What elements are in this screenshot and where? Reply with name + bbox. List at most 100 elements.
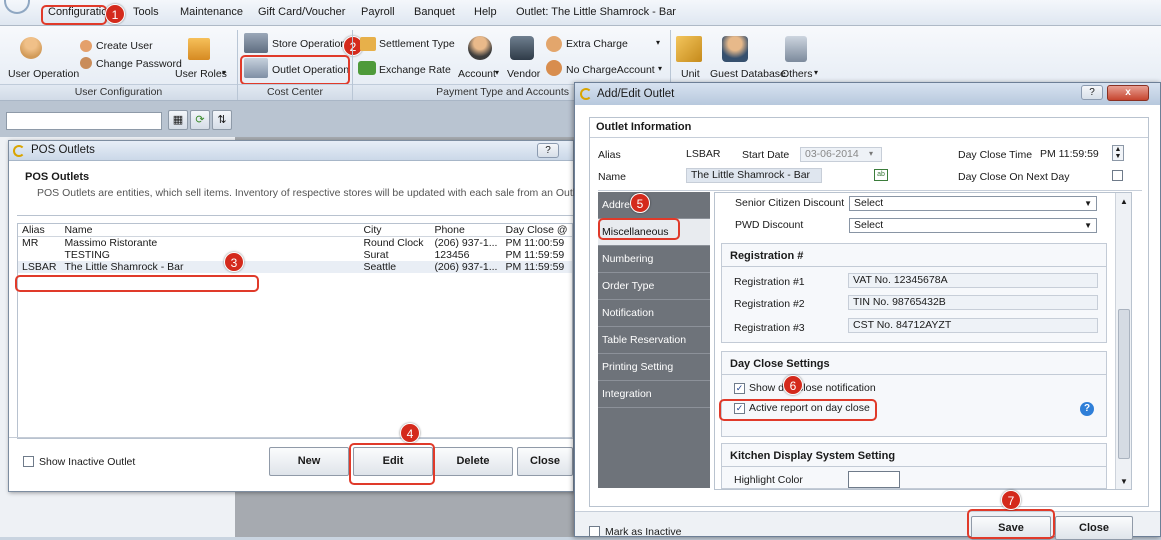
cell-day-close: PM 11:00:59 [505,237,565,249]
menu-gift-card[interactable]: Gift Card/Voucher [258,6,345,18]
pwd-discount-select[interactable]: Select ▼ [849,218,1097,233]
calculator-icon[interactable]: ▦ [168,110,188,130]
scrollbar[interactable]: ▲ ▼ [1115,193,1131,489]
show-inactive-checkbox[interactable] [23,456,34,467]
language-icon[interactable]: ab [874,169,888,181]
col-phone[interactable]: Phone [430,224,502,237]
cell-name: TESTING [64,249,110,261]
add-edit-outlet-window: Add/Edit Outlet ? x Outlet Information A… [574,82,1161,540]
settlement-type-button[interactable]: Settlement Type [379,38,455,50]
scroll-up-icon[interactable]: ▲ [1120,197,1128,206]
scroll-down-icon[interactable]: ▼ [1120,477,1128,486]
tab-table-reservation[interactable]: Table Reservation [598,327,710,354]
callout-4: 4 [400,423,420,443]
calendar-dropdown-icon[interactable]: ▾ [869,149,873,158]
table-row[interactable]: MR Massimo Ristorante Round Clock (206) … [18,237,572,249]
change-password-button[interactable]: Change Password [96,58,182,70]
extra-charge-button[interactable]: Extra Charge [566,38,628,50]
tab-numbering[interactable]: Numbering [598,246,710,273]
help-info-icon[interactable]: ? [1080,402,1094,416]
search-input[interactable] [6,112,162,130]
registration-1-field[interactable]: VAT No. 12345678A [848,273,1098,288]
user-roles-button[interactable]: User Roles [175,68,227,80]
guest-database-button[interactable]: Guest Database [710,68,786,80]
day-close-section: Day Close Settings ✓ Show day close noti… [721,351,1107,437]
help-button[interactable]: ? [537,143,559,158]
divider [722,466,1106,467]
mark-inactive-checkbox[interactable] [589,526,600,537]
menu-help[interactable]: Help [474,6,497,18]
show-notification-checkbox[interactable]: ✓ [734,383,745,394]
window-close-button[interactable]: x [1107,85,1149,101]
col-day-close[interactable]: Day Close @ [501,224,572,237]
registration-1-label: Registration #1 [734,276,805,288]
highlight-active-report [719,399,877,421]
no-charge-account-button[interactable]: No ChargeAccount [566,64,655,76]
table-row[interactable]: LSBAR The Little Shamrock - Bar Seattle … [18,261,572,273]
vendor-button[interactable]: Vendor [507,68,540,80]
create-user-button[interactable]: Create User [96,40,153,52]
account-icon [468,36,492,60]
divider [590,137,1148,138]
registration-2-field[interactable]: TIN No. 98765432B [848,295,1098,310]
user-operation-label: User Operation [8,68,80,80]
sort-icon[interactable]: ⇅ [212,110,232,130]
highlight-color-picker[interactable] [848,471,900,488]
col-alias[interactable]: Alias [18,224,61,237]
delete-button[interactable]: Delete [433,447,513,476]
divider [17,215,573,216]
col-city[interactable]: City [359,224,431,237]
scrollbar-thumb[interactable] [1118,309,1130,459]
tab-integration[interactable]: Integration [598,381,710,408]
close-button[interactable]: Close [1055,516,1133,540]
menu-payroll[interactable]: Payroll [361,6,395,18]
highlight-miscellaneous-tab [598,218,680,240]
senior-discount-select[interactable]: Select ▼ [849,196,1097,211]
divider [722,266,1106,267]
time-spinner[interactable]: ▲ ▼ [1112,145,1124,161]
cell-city: Round Clock [363,237,424,249]
pos-outlets-titlebar: POS Outlets ? [9,141,573,161]
outlets-table: Alias Name City Phone Day Close @ MR Mas… [18,224,572,273]
unit-button[interactable]: Unit [681,68,700,80]
help-button[interactable]: ? [1081,85,1103,100]
account-button[interactable]: Account [458,68,496,80]
day-close-time-field[interactable]: PM 11:59:59 [1040,148,1099,160]
tab-printing-setting[interactable]: Printing Setting [598,354,710,381]
senior-discount-value: Select [854,197,884,209]
change-password-icon [80,57,92,69]
menu-tools[interactable]: Tools [133,6,159,18]
menu-maintenance[interactable]: Maintenance [180,6,243,18]
refresh-icon[interactable]: ⟳ [190,110,210,130]
users-icon [20,37,42,59]
close-button[interactable]: Close [517,447,573,476]
kds-heading: Kitchen Display System Setting [730,450,896,462]
add-edit-titlebar: Add/Edit Outlet ? x [575,83,1160,105]
new-button[interactable]: New [269,447,349,476]
vendor-icon [510,36,534,60]
exchange-rate-button[interactable]: Exchange Rate [379,64,451,76]
registration-3-label: Registration #3 [734,322,805,334]
tab-address[interactable]: Address [598,192,710,219]
kds-section: Kitchen Display System Setting Highlight… [721,443,1107,489]
alias-field[interactable]: LSBAR [686,148,720,160]
tab-notification[interactable]: Notification [598,300,710,327]
user-operation-button[interactable] [20,37,42,62]
group-caption-user-configuration: User Configuration [0,84,237,100]
col-name[interactable]: Name [60,224,360,237]
tab-order-type[interactable]: Order Type [598,273,710,300]
pos-outlets-description: POS Outlets are entities, which sell ite… [37,187,587,199]
registration-3-field[interactable]: CST No. 84712AYZT [848,318,1098,333]
table-row[interactable]: TESTING Surat 123456 PM 11:59:59 [18,249,572,261]
chevron-down-icon: ▾ [495,68,500,77]
outlet-indicator: Outlet: The Little Shamrock - Bar [516,6,676,18]
day-close-next-checkbox[interactable] [1112,170,1123,181]
name-field[interactable]: The Little Shamrock - Bar [686,168,822,183]
registration-2-value: TIN No. 98765432B [853,296,946,308]
cell-alias: LSBAR [22,261,57,273]
others-button[interactable]: Others [781,68,813,80]
menu-banquet[interactable]: Banquet [414,6,455,18]
store-operation-button[interactable]: Store Operation [272,38,346,50]
tab-label: Numbering [602,253,654,265]
miscellaneous-content: Senior Citizen Discount Select ▼ PWD Disc… [714,192,1132,490]
